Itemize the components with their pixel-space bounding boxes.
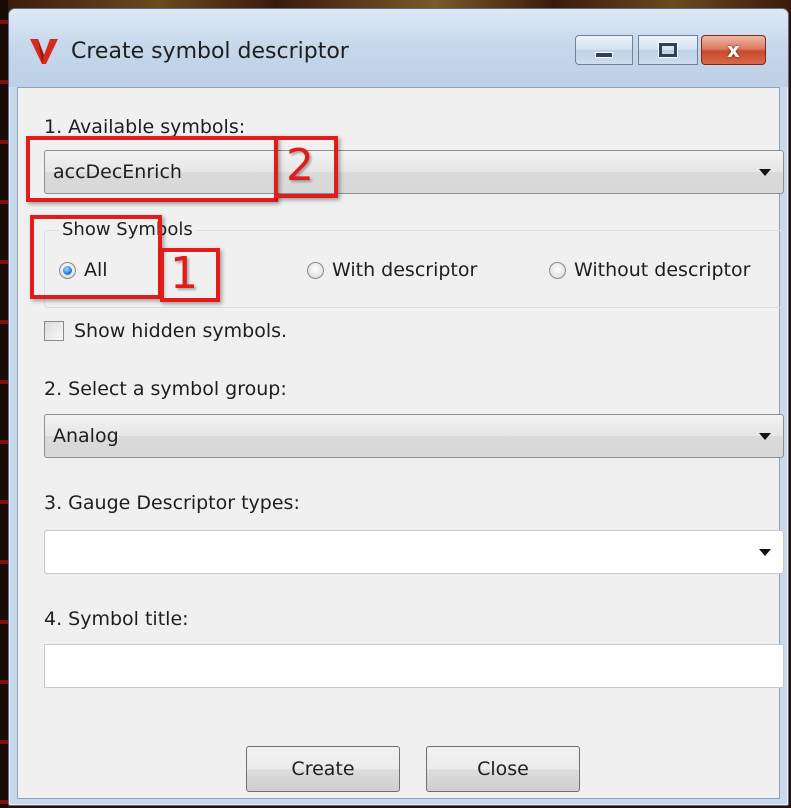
available-symbols-label: 1. Available symbols: — [44, 116, 246, 138]
minimize-button[interactable] — [575, 35, 633, 65]
checkbox-unchecked-icon — [44, 321, 64, 341]
gauge-types-dropdown[interactable] — [44, 530, 784, 574]
gauge-types-label: 3. Gauge Descriptor types: — [44, 492, 300, 514]
maximize-button[interactable] — [638, 35, 698, 65]
title-bar[interactable]: Create symbol descriptor x — [9, 9, 788, 87]
window-title: Create symbol descriptor — [71, 39, 349, 64]
symbol-group-value: Analog — [53, 425, 119, 447]
symbol-group-dropdown[interactable]: Analog — [44, 414, 784, 458]
annotation-number-2: 2 — [286, 140, 314, 191]
close-icon: x — [727, 38, 740, 62]
symbol-title-label: 4. Symbol title: — [44, 608, 189, 630]
annotation-box-1 — [30, 215, 162, 299]
chevron-down-icon — [759, 433, 771, 440]
create-button[interactable]: Create — [246, 746, 400, 792]
v-logo-icon — [30, 39, 58, 64]
chevron-down-icon — [759, 169, 771, 176]
annotation-number-1: 1 — [170, 248, 198, 299]
dialog-window: Create symbol descriptor x 1. Available … — [8, 8, 789, 806]
close-button[interactable]: Close — [426, 746, 580, 792]
radio-without-descriptor-label: Without descriptor — [574, 259, 751, 281]
radio-without-descriptor[interactable]: Without descriptor — [549, 259, 750, 281]
radio-unchecked-icon — [549, 261, 566, 279]
annotation-box-2 — [26, 136, 278, 202]
show-hidden-symbols-label: Show hidden symbols. — [74, 320, 288, 342]
radio-unchecked-icon — [307, 261, 324, 279]
show-hidden-symbols-checkbox[interactable]: Show hidden symbols. — [44, 320, 287, 342]
background-app-edge — [0, 0, 8, 808]
symbol-title-input[interactable] — [44, 644, 784, 688]
radio-with-descriptor-label: With descriptor — [332, 259, 478, 281]
chevron-down-icon — [759, 549, 771, 556]
minimize-icon — [595, 52, 613, 58]
maximize-icon — [658, 42, 678, 58]
close-window-button[interactable]: x — [701, 35, 766, 65]
symbol-group-label: 2. Select a symbol group: — [44, 378, 287, 400]
radio-with-descriptor[interactable]: With descriptor — [307, 259, 477, 281]
